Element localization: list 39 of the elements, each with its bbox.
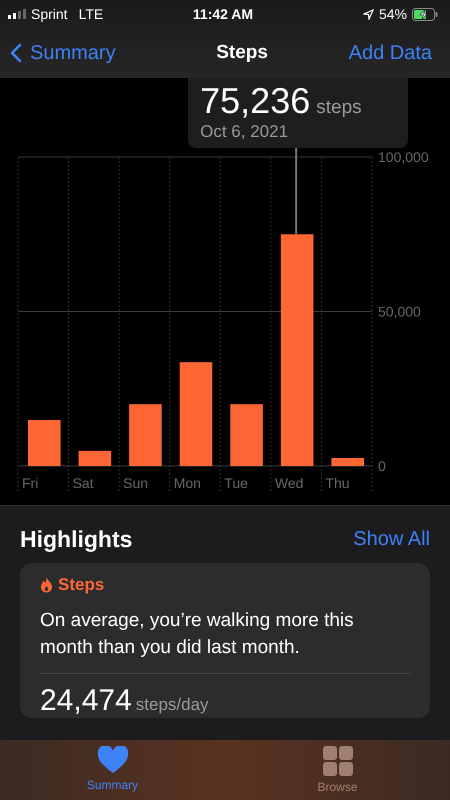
- tab-bar-item[interactable]: Browse: [282, 740, 392, 800]
- bar[interactable]: [331, 458, 364, 466]
- highlight-text: On average, you’re walking more this month than you did last month.: [40, 609, 355, 660]
- battery-charging-icon: [412, 8, 438, 20]
- x-axis-label: Mon: [174, 475, 201, 491]
- battery-percentage: 54%: [378, 6, 407, 22]
- category-label: Steps: [58, 575, 104, 595]
- back-chevron-icon: [10, 43, 22, 63]
- add-data-button[interactable]: Add Data: [348, 42, 432, 64]
- signal-icon: [8, 9, 26, 19]
- carrier-name: Sprint: [31, 6, 68, 22]
- y-axis-label: 50,000: [378, 304, 421, 320]
- page-title: Steps: [216, 42, 268, 64]
- y-axis-label: 100,000: [378, 149, 429, 165]
- x-axis-label: Thu: [325, 475, 350, 491]
- highlight-card[interactable]: Steps On average, you’re walking more this month than you did last month. 24,474 steps/day: [20, 563, 430, 718]
- grid-icon: [322, 746, 352, 776]
- x-axis-label: Sat: [72, 475, 94, 491]
- average-unit: steps/day: [136, 695, 209, 715]
- network-type: LTE: [78, 6, 104, 22]
- heart-icon: [96, 746, 128, 774]
- x-axis-label: Tue: [224, 475, 248, 491]
- bar[interactable]: [78, 450, 112, 466]
- location-arrow-icon: [362, 8, 374, 20]
- clock-time: 11:42 AM: [192, 6, 254, 22]
- tab-bar-item[interactable]: Summary: [58, 740, 168, 800]
- step-unit: steps: [316, 97, 362, 119]
- x-axis-label: Wed: [274, 475, 304, 491]
- show-all-link[interactable]: Show All: [353, 528, 430, 551]
- x-axis-label: Sun: [123, 475, 148, 491]
- bar[interactable]: [28, 420, 61, 466]
- step-count: 75,236: [200, 80, 310, 122]
- flame-icon: [40, 577, 53, 593]
- y-axis-label: 0: [378, 458, 386, 474]
- back-button[interactable]: Summary: [10, 42, 116, 64]
- tooltip-date: Oct 6, 2021: [200, 122, 290, 142]
- section-heading: Highlights: [20, 526, 132, 553]
- x-axis-label: Fri: [22, 475, 38, 491]
- average-value: 24,474: [40, 684, 132, 718]
